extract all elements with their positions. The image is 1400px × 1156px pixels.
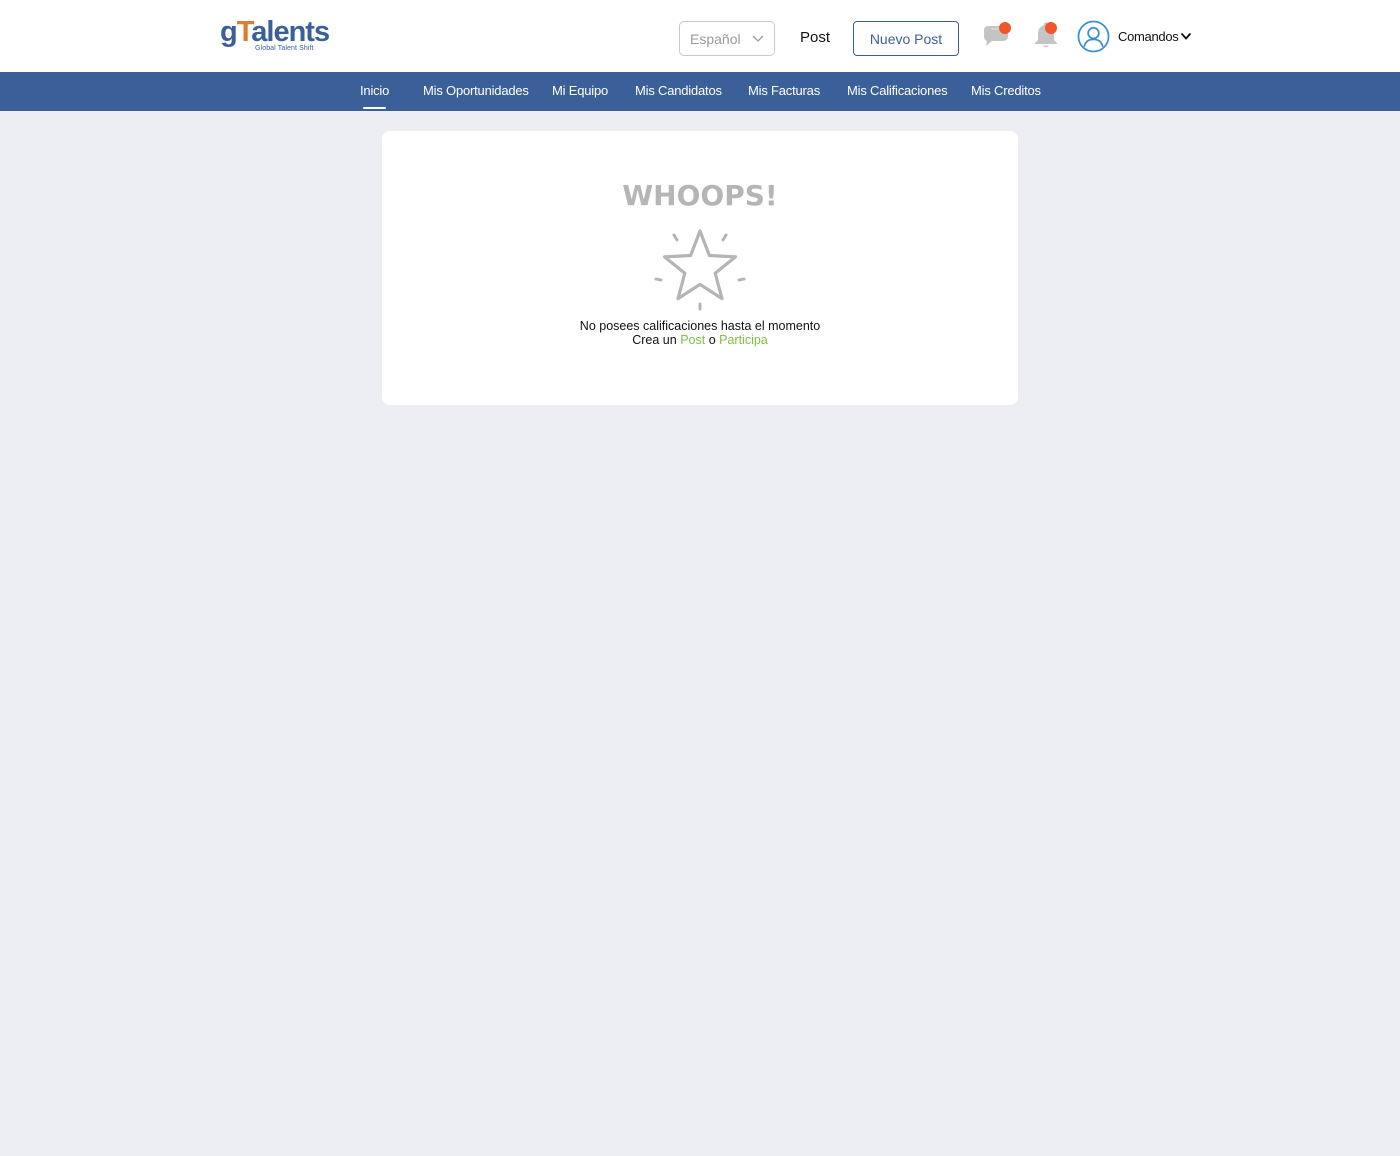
cta-participate-link[interactable]: Participa [719, 333, 768, 347]
top-header: gTalents Global Talent Shift Español Pos… [0, 0, 1400, 72]
chevron-down-icon [752, 35, 764, 42]
user-name: Comandos [1118, 28, 1179, 44]
main-nav: Inicio Mis Oportunidades Mi Equipo Mis C… [0, 72, 1400, 111]
nav-item-mis-candidatos[interactable]: Mis Candidatos [635, 83, 722, 98]
language-select[interactable]: Español [679, 21, 775, 56]
new-post-button[interactable]: Nuevo Post [853, 21, 959, 56]
nav-item-inicio[interactable]: Inicio [360, 83, 389, 109]
empty-state-cta: Crea un Post o Participa [382, 333, 1018, 347]
post-link[interactable]: Post [800, 29, 830, 46]
empty-state-message: No posees calificaciones hasta el moment… [579, 319, 821, 333]
gtalents-logo[interactable]: gTalents Global Talent Shift [220, 16, 330, 56]
empty-state-card: WHOOPS! No posees calificaciones hasta e… [382, 131, 1018, 405]
cta-middle-text: o [708, 333, 716, 347]
notifications-notification-dot [1045, 22, 1057, 34]
nav-item-mi-equipo[interactable]: Mi Equipo [552, 83, 608, 98]
nav-item-mis-facturas[interactable]: Mis Facturas [748, 83, 820, 98]
empty-state-title: WHOOPS! [622, 179, 778, 212]
nav-item-mis-oportunidades[interactable]: Mis Oportunidades [423, 83, 529, 98]
user-menu[interactable]: Comandos [1077, 19, 1192, 53]
cta-prefix-text: Crea un [632, 333, 677, 347]
user-avatar-icon [1077, 20, 1110, 52]
nav-item-mis-creditos[interactable]: Mis Creditos [971, 83, 1041, 98]
star-icon [654, 229, 746, 311]
logo-tagline: Global Talent Shift [255, 45, 314, 52]
language-select-value: Español [690, 30, 741, 47]
cta-post-link[interactable]: Post [680, 333, 705, 347]
messages-notification-dot [999, 22, 1011, 34]
nav-item-mis-calificaciones[interactable]: Mis Calificaciones [847, 83, 948, 98]
chevron-down-icon [1181, 32, 1192, 40]
notifications-button[interactable] [1030, 20, 1062, 52]
messages-button[interactable] [980, 20, 1012, 52]
